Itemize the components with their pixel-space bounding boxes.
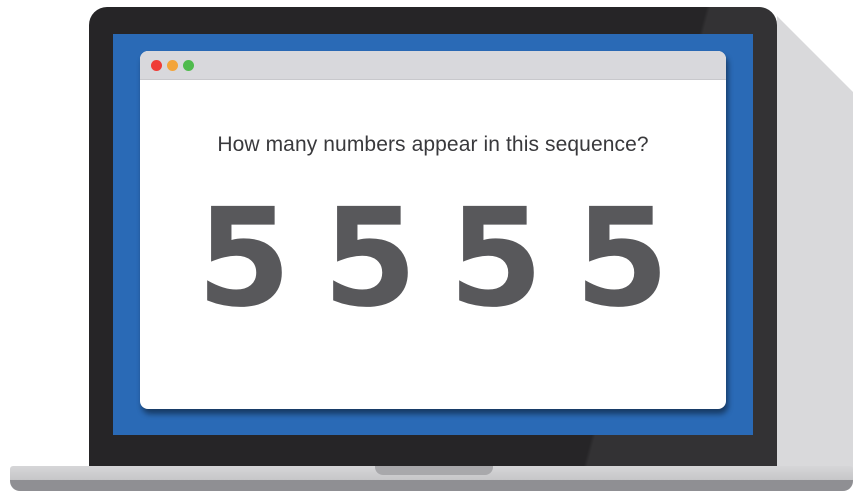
number-sequence: 5 5 5 5 — [140, 191, 726, 327]
sequence-digit: 5 — [322, 180, 418, 338]
illustration: How many numbers appear in this sequence… — [0, 0, 853, 491]
minimize-window-icon[interactable] — [167, 60, 178, 71]
browser-window: How many numbers appear in this sequence… — [140, 51, 726, 409]
laptop-hinge-notch — [375, 466, 493, 475]
laptop-lid: How many numbers appear in this sequence… — [89, 7, 777, 469]
sequence-digit: 5 — [448, 180, 544, 338]
window-titlebar — [140, 51, 726, 80]
maximize-window-icon[interactable] — [183, 60, 194, 71]
laptop-base-bottom — [10, 480, 853, 491]
laptop-screen: How many numbers appear in this sequence… — [113, 34, 753, 435]
close-window-icon[interactable] — [151, 60, 162, 71]
laptop-base — [10, 466, 853, 491]
sequence-digit: 5 — [196, 180, 292, 338]
question-text: How many numbers appear in this sequence… — [217, 133, 649, 156]
sequence-digit: 5 — [574, 180, 670, 338]
